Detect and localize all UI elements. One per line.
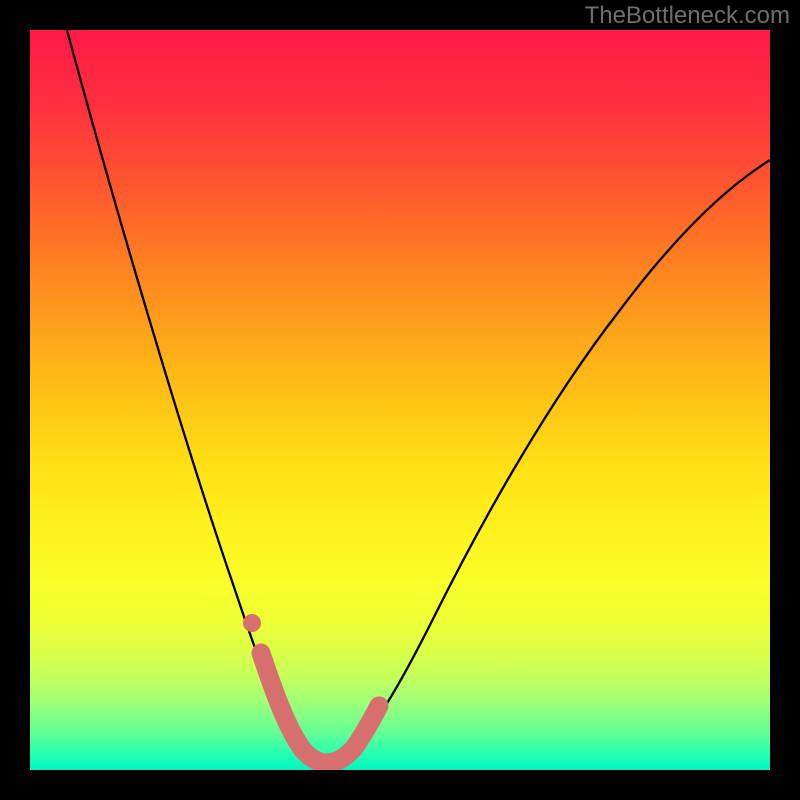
chart-frame: TheBottleneck.com [0, 0, 800, 800]
bottleneck-curve [67, 30, 770, 762]
highlight-segment [261, 653, 379, 763]
bottleneck-curve-svg [30, 30, 770, 770]
watermark-text: TheBottleneck.com [585, 2, 790, 30]
highlight-dot [243, 614, 261, 632]
plot-area [30, 30, 770, 770]
